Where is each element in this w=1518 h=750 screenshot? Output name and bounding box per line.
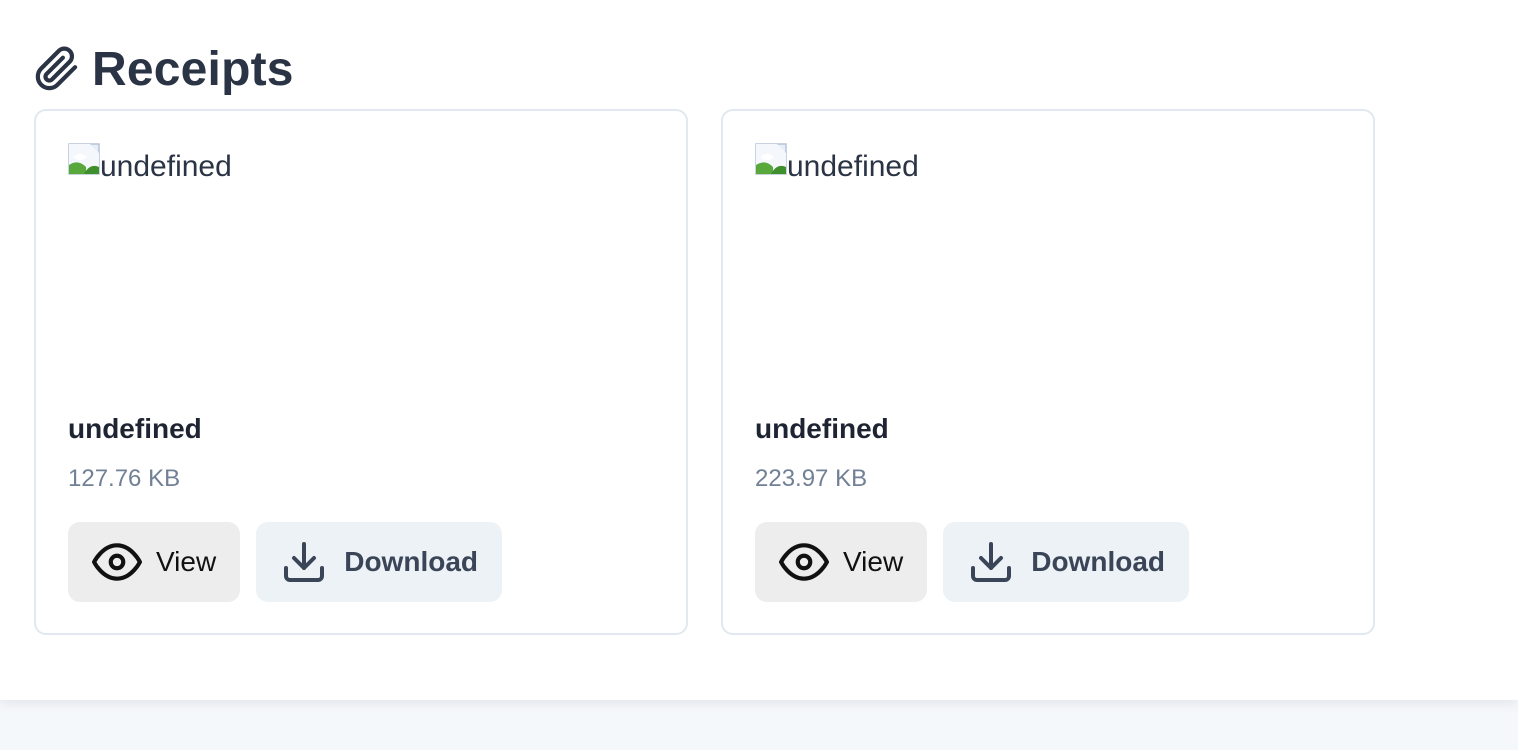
receipt-card: undefined undefined 127.76 KB View Downl… <box>34 109 688 635</box>
section-header: Receipts <box>34 38 294 100</box>
view-button-label: View <box>843 546 904 577</box>
receipt-list: undefined undefined 127.76 KB View Downl… <box>34 109 1375 635</box>
thumbnail-alt-text: undefined <box>100 150 232 183</box>
broken-image-icon <box>68 143 102 177</box>
download-button-label: Download <box>344 546 478 577</box>
receipt-actions: View Download <box>755 522 1189 602</box>
receipt-file-name: undefined <box>68 413 202 444</box>
view-button-label: View <box>156 546 217 577</box>
view-button[interactable]: View <box>68 522 240 602</box>
receipt-thumbnail[interactable]: undefined <box>755 143 1341 383</box>
download-icon <box>967 537 1015 587</box>
section-title: Receipts <box>92 42 294 96</box>
paperclip-icon <box>34 46 80 92</box>
eye-icon <box>92 537 142 587</box>
download-button[interactable]: Download <box>943 522 1189 602</box>
receipts-panel: Receipts undefined undefined 127.76 KB V… <box>0 0 1518 700</box>
download-button[interactable]: Download <box>256 522 502 602</box>
broken-image-icon <box>755 143 789 177</box>
receipt-file-size: 127.76 KB <box>68 465 181 492</box>
download-icon <box>280 537 328 587</box>
receipt-file-size: 223.97 KB <box>755 465 868 492</box>
view-button[interactable]: View <box>755 522 927 602</box>
thumbnail-alt-text: undefined <box>787 150 919 183</box>
eye-icon <box>779 537 829 587</box>
download-button-label: Download <box>1031 546 1165 577</box>
receipt-thumbnail[interactable]: undefined <box>68 143 654 383</box>
receipt-file-name: undefined <box>755 413 889 444</box>
receipt-card: undefined undefined 223.97 KB View Downl… <box>721 109 1375 635</box>
receipt-actions: View Download <box>68 522 502 602</box>
